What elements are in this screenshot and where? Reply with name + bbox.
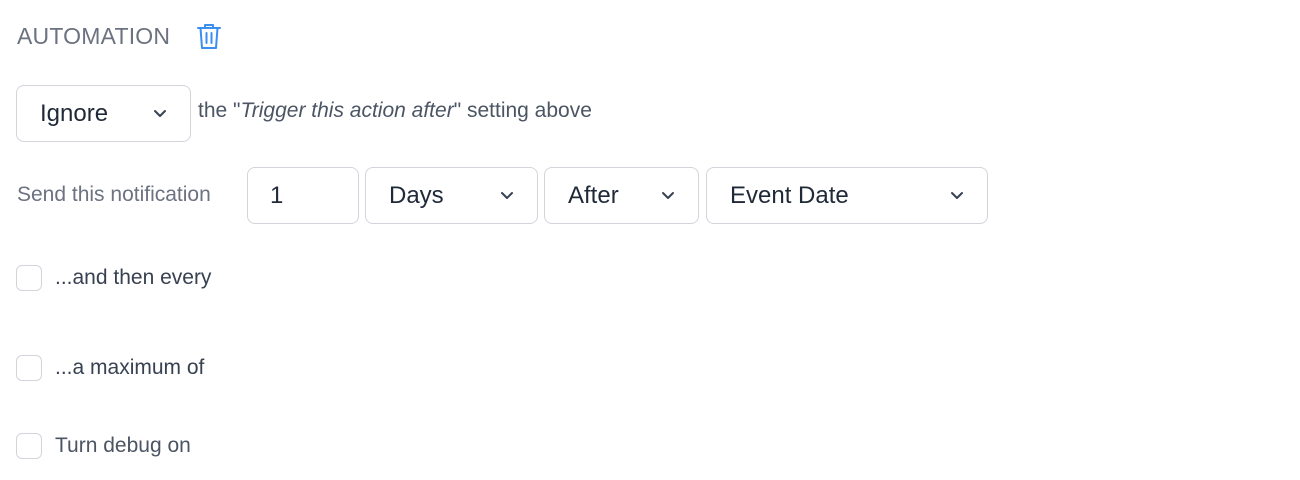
reference-date-select[interactable]: Event Date xyxy=(706,167,988,224)
send-notification-label: Send this notification xyxy=(17,183,211,206)
unit-value: Days xyxy=(389,181,444,209)
section-title: AUTOMATION xyxy=(17,22,171,49)
repeat-checkbox[interactable] xyxy=(16,265,42,291)
trigger-setting-note: the "Trigger this action after" setting … xyxy=(198,99,592,123)
trash-icon xyxy=(197,24,221,49)
relation-select[interactable]: After xyxy=(544,167,699,224)
chevron-down-icon xyxy=(154,109,166,117)
chevron-down-icon xyxy=(951,191,963,199)
unit-select[interactable]: Days xyxy=(365,167,538,224)
reference-date-value: Event Date xyxy=(730,181,849,209)
amount-input[interactable]: 1 xyxy=(247,167,359,224)
delete-automation-button[interactable] xyxy=(195,21,223,51)
repeat-label: ...and then every xyxy=(55,266,212,289)
debug-checkbox[interactable] xyxy=(16,433,42,459)
trigger-mode-select[interactable]: Ignore xyxy=(16,85,191,142)
chevron-down-icon xyxy=(501,191,513,199)
debug-label: Turn debug on xyxy=(55,434,191,457)
maximum-label: ...a maximum of xyxy=(55,356,205,379)
chevron-down-icon xyxy=(662,191,674,199)
trigger-note-after: " setting above xyxy=(453,99,592,122)
maximum-checkbox[interactable] xyxy=(16,355,42,381)
trigger-mode-value: Ignore xyxy=(40,99,109,127)
relation-value: After xyxy=(568,181,619,209)
trigger-note-before: the " xyxy=(198,99,241,122)
amount-value: 1 xyxy=(270,181,284,209)
trigger-note-italic: Trigger this action after xyxy=(240,99,454,122)
